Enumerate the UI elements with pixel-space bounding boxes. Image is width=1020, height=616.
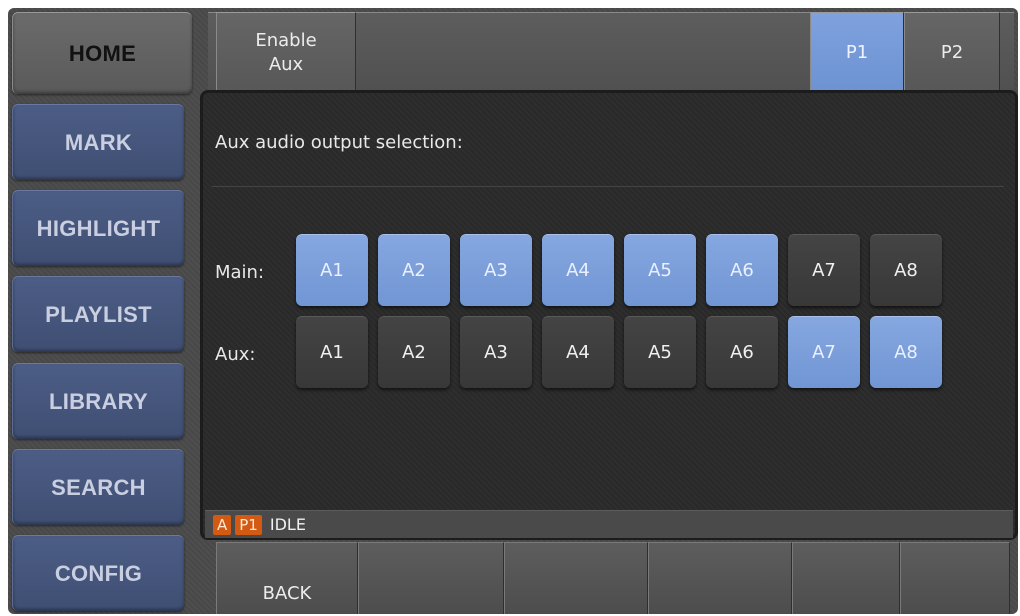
main-row-label: Main: xyxy=(215,262,265,283)
aux-channel-a6-button[interactable]: A6 xyxy=(706,316,778,388)
main-channel-a3-button[interactable]: A3 xyxy=(460,234,532,306)
nav-home-button[interactable]: HOME xyxy=(12,12,192,94)
panel-title: Aux audio output selection: xyxy=(215,132,463,153)
nav-library-button[interactable]: LIBRARY xyxy=(12,363,184,439)
panel-divider xyxy=(212,186,1004,187)
softkey-5[interactable] xyxy=(792,542,900,614)
aux-channel-a8-button[interactable]: A8 xyxy=(870,316,942,388)
nav-playlist-button[interactable]: PLAYLIST xyxy=(12,276,184,352)
back-button[interactable]: BACK xyxy=(216,542,358,614)
aux-channel-a2-button[interactable]: A2 xyxy=(378,316,450,388)
aux-channel-a4-button[interactable]: A4 xyxy=(542,316,614,388)
main-channel-a8-button[interactable]: A8 xyxy=(870,234,942,306)
status-state: IDLE xyxy=(269,515,306,534)
status-badge-a: A xyxy=(213,514,232,535)
main-channel-a6-button[interactable]: A6 xyxy=(706,234,778,306)
tab-p2[interactable]: P2 xyxy=(904,12,1000,92)
aux-channel-a3-button[interactable]: A3 xyxy=(460,316,532,388)
enable-aux-button[interactable]: Enable Aux xyxy=(216,12,356,92)
tab-p1[interactable]: P1 xyxy=(810,12,904,92)
main-channel-a2-button[interactable]: A2 xyxy=(378,234,450,306)
nav-search-button[interactable]: SEARCH xyxy=(12,449,184,525)
aux-row-label: Aux: xyxy=(215,344,256,365)
aux-channel-a5-button[interactable]: A5 xyxy=(624,316,696,388)
status-bar: A P1 IDLE xyxy=(205,510,1013,538)
softkey-4[interactable] xyxy=(648,542,792,614)
nav-highlight-button[interactable]: HIGHLIGHT xyxy=(12,190,184,266)
main-channel-a1-button[interactable]: A1 xyxy=(296,234,368,306)
main-channel-a5-button[interactable]: A5 xyxy=(624,234,696,306)
softkey-6[interactable] xyxy=(900,542,1010,614)
nav-mark-button[interactable]: MARK xyxy=(12,104,184,180)
nav-config-button[interactable]: CONFIG xyxy=(12,535,184,611)
aux-channel-a1-button[interactable]: A1 xyxy=(296,316,368,388)
main-channel-a7-button[interactable]: A7 xyxy=(788,234,860,306)
softkey-2[interactable] xyxy=(358,542,504,614)
aux-audio-panel xyxy=(200,90,1018,540)
softkey-3[interactable] xyxy=(504,542,648,614)
status-badge-p1: P1 xyxy=(235,514,262,535)
aux-channel-a7-button[interactable]: A7 xyxy=(788,316,860,388)
main-channel-a4-button[interactable]: A4 xyxy=(542,234,614,306)
